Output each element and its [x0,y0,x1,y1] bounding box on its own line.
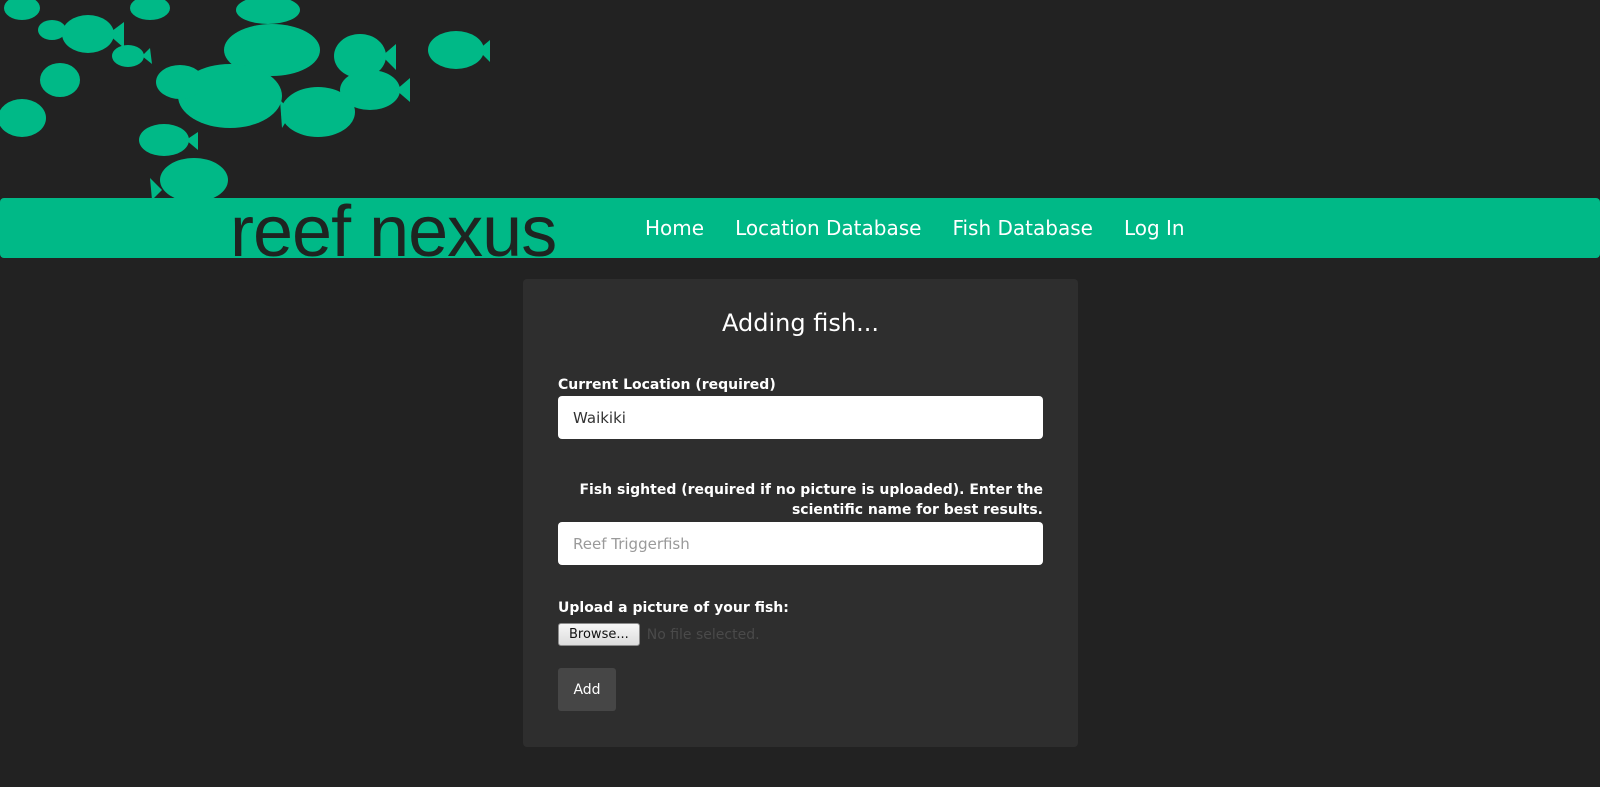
file-picker: Browse... No file selected. [558,623,760,646]
add-fish-form: Adding fish... Current Location (require… [523,279,1078,747]
fish-sighted-input[interactable] [558,522,1043,565]
nav-home[interactable]: Home [645,214,704,242]
nav-location-database[interactable]: Location Database [735,214,921,242]
nav-log-in[interactable]: Log In [1124,214,1185,242]
browse-button[interactable]: Browse... [558,623,640,646]
form-title: Adding fish... [722,309,879,337]
upload-label: Upload a picture of your fish: [558,600,789,616]
brand-logo[interactable]: reef nexus [230,196,557,268]
fish-school-illustration [0,0,490,200]
file-status: No file selected. [646,626,760,643]
nav-fish-database[interactable]: Fish Database [952,214,1093,242]
fish-sighted-label: Fish sighted (required if no picture is … [579,482,1043,518]
location-input[interactable] [558,396,1043,439]
location-label: Current Location (required) [558,377,776,393]
add-button[interactable]: Add [558,668,616,711]
main-nav: Home Location Database Fish Database Log… [645,214,1185,242]
